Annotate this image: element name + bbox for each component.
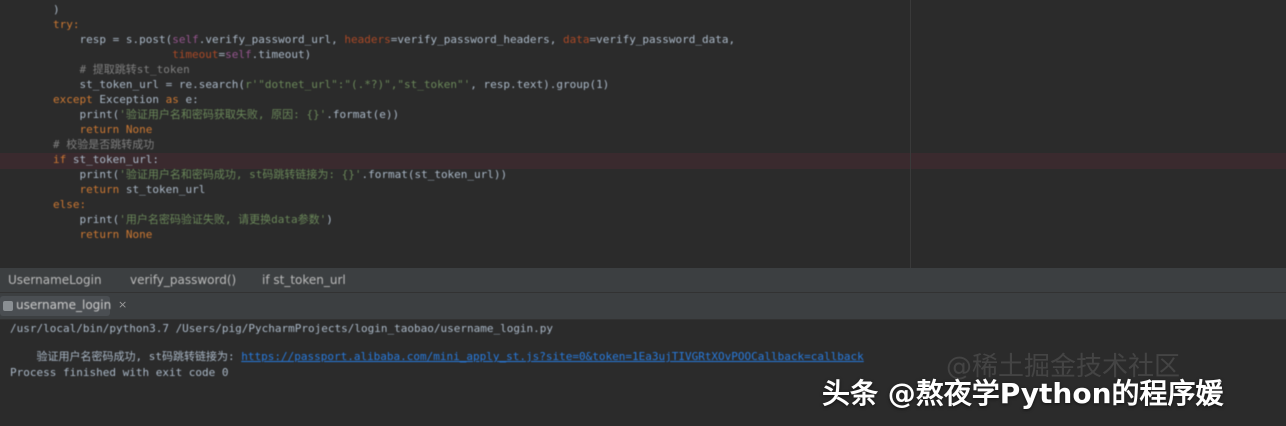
code-line: st_token_url = re.search(r'"dotnet_url":…: [0, 77, 609, 92]
code-token: # 校验是否跳转成功: [52, 138, 155, 151]
code-token: .timeout): [251, 48, 312, 61]
code-line: else:: [0, 197, 86, 212]
code-line: return None: [0, 122, 152, 137]
code-editor[interactable]: ) try: resp = s.post(self.verify_passwor…: [0, 0, 1286, 268]
run-tab-label: username_login: [16, 298, 112, 312]
right-margin-guide: [910, 0, 911, 268]
code-line: print('验证用户名和密码获取失败, 原因: {}'.format(e)): [0, 107, 399, 122]
breadcrumb: UsernameLogin verify_password() if st_to…: [0, 268, 1286, 293]
console-exit-line: Process finished with exit code 0: [10, 366, 229, 379]
code-token: '验证用户名和密码获取失败, 原因: {}': [119, 108, 327, 121]
code-token: print(: [79, 168, 120, 181]
code-token: print(: [79, 108, 120, 121]
code-line: resp = s.post(self.verify_password_url, …: [0, 32, 735, 47]
code-token: , resp.text).group(1): [470, 78, 610, 91]
code-token: as: [165, 93, 186, 106]
code-token: .format(e)): [326, 108, 400, 121]
code-line: return None: [0, 227, 152, 242]
code-token: Exception: [99, 93, 166, 106]
code-token: e:: [185, 93, 199, 106]
code-token: st_token_url = re.search(: [79, 78, 246, 91]
code-line: print('验证用户名和密码成功, st码跳转链接为: {}'.format(…: [0, 167, 507, 182]
code-token: return: [79, 183, 126, 196]
breadcrumb-class[interactable]: UsernameLogin: [8, 273, 102, 287]
code-token: st_token_url:: [72, 153, 159, 166]
code-line: # 提取跳转st_token: [0, 62, 190, 77]
code-line: # 校验是否跳转成功: [0, 137, 154, 152]
code-token: ): [326, 213, 333, 226]
code-token: st_token_url: [125, 183, 206, 196]
code-token: '用户名密码验证失败, 请更换data参数': [119, 213, 327, 226]
close-icon[interactable]: ×: [118, 298, 127, 311]
code-line: except Exception as e:: [0, 92, 199, 107]
run-tab-username-login[interactable]: username_login: [0, 296, 112, 316]
breadcrumb-method[interactable]: verify_password(): [130, 273, 236, 287]
code-token: return None: [79, 123, 153, 136]
code-token: data: [562, 33, 590, 46]
code-token: # 提取跳转st_token: [79, 63, 190, 76]
code-token: headers: [344, 33, 391, 46]
code-token: .verify_password_url,: [198, 33, 345, 46]
code-token: self: [172, 33, 199, 46]
console-result-text: 验证用户名密码成功, st码跳转链接为:: [36, 350, 242, 363]
code-line: timeout=self.timeout): [0, 47, 311, 62]
code-line: try:: [0, 17, 80, 32]
run-tool-window-header: username_login ×: [0, 293, 1286, 320]
code-token: =verify_password_data,: [589, 33, 736, 46]
code-token: .format(st_token_url)): [361, 168, 508, 181]
python-run-icon: [3, 301, 13, 311]
console-command-line: /usr/local/bin/python3.7 /Users/pig/Pych…: [10, 322, 554, 335]
code-line: return st_token_url: [0, 182, 205, 197]
code-line: ): [0, 2, 60, 17]
console-result-link[interactable]: https://passport.alibaba.com/mini_apply_…: [241, 350, 864, 363]
watermark-toutiao: 头条 @熬夜学Python的程序媛: [822, 377, 1224, 410]
code-token: '验证用户名和密码成功, st码跳转链接为: {}': [119, 168, 362, 181]
code-token: return None: [79, 228, 153, 241]
breadcrumb-statement[interactable]: if st_token_url: [262, 273, 346, 287]
code-token: print(: [79, 213, 120, 226]
code-token: except: [52, 93, 100, 106]
code-token: try:: [52, 18, 80, 31]
code-token: else:: [52, 198, 87, 211]
code-token: self: [225, 48, 252, 61]
code-token: timeout: [172, 48, 219, 61]
code-token: =verify_password_headers,: [390, 33, 563, 46]
code-token: if: [52, 153, 73, 166]
code-line: if st_token_url:: [0, 152, 159, 167]
code-token: resp = s.post(: [79, 33, 173, 46]
code-token: ): [52, 3, 60, 16]
code-token: r'"dotnet_url":"(.*?)","st_token"': [245, 78, 471, 91]
code-line: print('用户名密码验证失败, 请更换data参数'): [0, 212, 333, 227]
